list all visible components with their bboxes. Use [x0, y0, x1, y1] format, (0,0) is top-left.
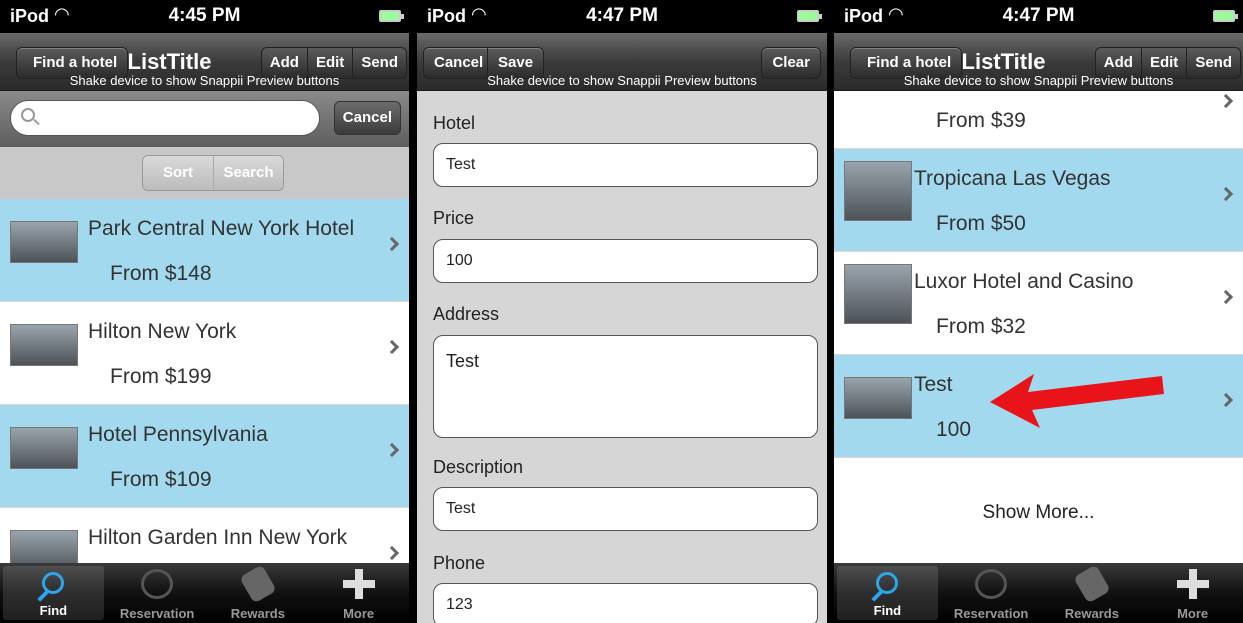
- hotel-name: Luxor Hotel and Casino: [914, 270, 1134, 293]
- tab-label: Reservation: [119, 606, 195, 621]
- tab-bar: Find Reservation Rewards More: [834, 563, 1243, 623]
- hotel-price: From $39: [936, 109, 1026, 132]
- chevron-right-icon: [384, 236, 400, 252]
- hotel-thumbnail: [10, 221, 78, 263]
- tab-reservation[interactable]: Reservation: [107, 563, 208, 623]
- sort-button[interactable]: Sort: [143, 156, 213, 190]
- hotel-field[interactable]: Test: [433, 143, 818, 187]
- hotel-thumbnail: [844, 161, 912, 221]
- tab-label: Find: [873, 603, 902, 618]
- list-item[interactable]: Hotel Pennsylvania From $109: [0, 405, 409, 508]
- smiley-icon: [141, 569, 174, 599]
- rewards-icon: [239, 564, 277, 604]
- search-input[interactable]: [10, 100, 320, 136]
- list-item[interactable]: Hilton New York From $199: [0, 302, 409, 405]
- preview-hint: Shake device to show Snappii Preview but…: [903, 73, 1174, 88]
- hotel-thumbnail: [10, 427, 78, 469]
- clock: 4:47 PM: [1002, 5, 1075, 26]
- hotel-name: Hotel Pennsylvania: [88, 423, 268, 446]
- scope-bar: Sort Search: [0, 147, 409, 199]
- hotel-list-screen: iPod ◠ 4:45 PM Find a hotel ListTitle Ad…: [0, 0, 409, 623]
- list-item[interactable]: Luxor Hotel and Casino From $32: [834, 252, 1243, 355]
- navigation-bar: Find a hotel ListTitle Add Edit Send Sha…: [0, 33, 409, 91]
- chevron-right-icon: [1218, 93, 1234, 109]
- tab-find[interactable]: Find: [837, 566, 938, 620]
- chevron-right-icon: [384, 442, 400, 458]
- hotel-price: 100: [936, 418, 972, 441]
- navigation-bar: Cancel Save Clear Shake device to show S…: [417, 33, 827, 91]
- smiley-icon: [975, 569, 1008, 599]
- hotel-name: Park Central New York Hotel: [88, 217, 355, 240]
- hotel-price: From $199: [110, 365, 212, 388]
- tab-label: More: [1177, 606, 1209, 621]
- address-field[interactable]: Test: [433, 335, 818, 438]
- preview-hint: Shake device to show Snappii Preview but…: [69, 73, 340, 88]
- price-field[interactable]: 100: [433, 239, 818, 283]
- hotel-label: Hotel: [433, 113, 476, 133]
- list-item[interactable]: Park Central New York Hotel From $148: [0, 199, 409, 302]
- search-cancel-button[interactable]: Cancel: [333, 101, 401, 135]
- hotel-thumbnail: [10, 324, 78, 366]
- list-item[interactable]: Tropicana Las Vegas From $50: [834, 149, 1243, 252]
- tab-find[interactable]: Find: [3, 566, 104, 620]
- search-bar: Cancel: [0, 91, 409, 147]
- phone-label: Phone: [433, 553, 486, 573]
- chevron-right-icon: [1218, 289, 1234, 305]
- tab-bar: Find Reservation Rewards More: [0, 563, 409, 623]
- tab-label: Find: [39, 603, 68, 618]
- battery-icon: [1213, 10, 1238, 22]
- search-button[interactable]: Search: [213, 156, 283, 190]
- chevron-right-icon: [384, 545, 400, 561]
- tab-label: Rewards: [1064, 606, 1119, 621]
- chevron-right-icon: [1218, 186, 1234, 202]
- hotel-thumbnail: [844, 377, 912, 419]
- chevron-right-icon: [384, 339, 400, 355]
- chevron-right-icon: [1218, 392, 1234, 408]
- magnifier-icon: [876, 572, 899, 594]
- address-label: Address: [433, 304, 500, 324]
- description-label: Description: [433, 457, 524, 477]
- hotel-form: Hotel Test Price 100 Address Test Descri…: [417, 91, 827, 623]
- rewards-icon: [1073, 564, 1111, 604]
- navigation-bar: Find a hotel ListTitle Add Edit Send Sha…: [834, 33, 1243, 91]
- tab-rewards[interactable]: Rewards: [1042, 563, 1143, 623]
- hotel-list-updated-screen: iPod ◠ 4:47 PM From $39 Tropicana Las Ve…: [834, 0, 1243, 623]
- hotel-name: Tropicana Las Vegas: [914, 167, 1111, 190]
- hotel-name: Test: [914, 373, 953, 396]
- hotel-name: Hilton Garden Inn New York: [88, 526, 348, 549]
- tab-more[interactable]: More: [308, 563, 409, 623]
- sort-search-toggle: Sort Search: [142, 155, 284, 191]
- tab-label: Reservation: [953, 606, 1029, 621]
- magnifier-icon: [42, 572, 65, 594]
- hotel-price: From $109: [110, 468, 212, 491]
- hotel-thumbnail: [844, 264, 912, 324]
- battery-icon: [797, 10, 822, 22]
- preview-hint: Shake device to show Snappii Preview but…: [487, 73, 757, 88]
- show-more-button[interactable]: Show More...: [834, 460, 1243, 565]
- phone-field[interactable]: 123: [433, 583, 818, 623]
- add-hotel-form-screen: iPod ◠ 4:47 PM Cancel Save Clear Shake d…: [417, 0, 827, 623]
- clock: 4:47 PM: [586, 5, 658, 26]
- status-bar: iPod ◠ 4:45 PM: [0, 0, 409, 33]
- description-field[interactable]: Test: [433, 487, 818, 531]
- plus-icon: [342, 569, 375, 599]
- tab-more[interactable]: More: [1142, 563, 1243, 623]
- hotel-price: From $32: [936, 315, 1026, 338]
- list-item[interactable]: Test 100: [834, 355, 1243, 458]
- price-label: Price: [433, 208, 475, 228]
- hotel-name: Hilton New York: [88, 320, 237, 343]
- search-icon: [21, 108, 35, 122]
- status-bar: iPod ◠ 4:47 PM: [417, 0, 827, 33]
- clock: 4:45 PM: [168, 5, 241, 26]
- status-bar: iPod ◠ 4:47 PM: [834, 0, 1243, 33]
- screenshot-collage: iPod ◠ 4:45 PM Find a hotel ListTitle Ad…: [0, 0, 1243, 623]
- tab-reservation[interactable]: Reservation: [941, 563, 1042, 623]
- tab-rewards[interactable]: Rewards: [208, 563, 309, 623]
- tab-label: More: [343, 606, 375, 621]
- plus-icon: [1176, 569, 1209, 599]
- tab-label: Rewards: [230, 606, 285, 621]
- hotel-price: From $50: [936, 212, 1026, 235]
- battery-icon: [379, 10, 404, 22]
- hotel-price: From $148: [110, 262, 212, 285]
